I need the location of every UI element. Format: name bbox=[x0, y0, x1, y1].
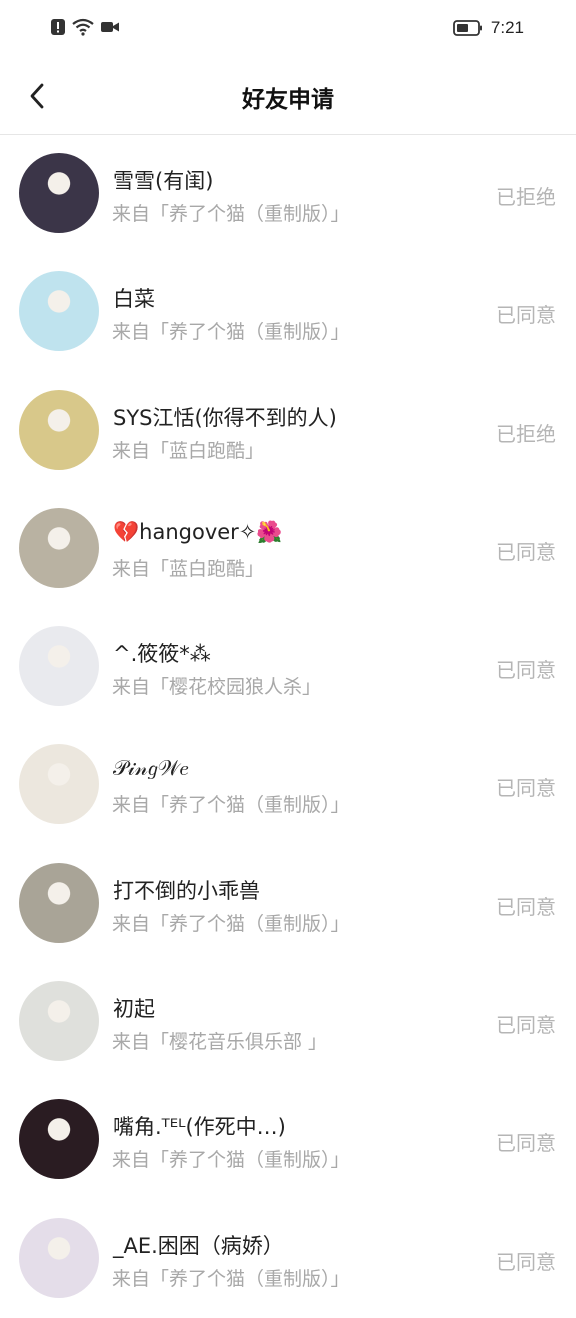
request-status: 已同意 bbox=[496, 539, 556, 564]
wifi-icon bbox=[72, 18, 94, 36]
request-source: 来自「养了个猫（重制版）」 bbox=[112, 1267, 350, 1290]
request-status: 已同意 bbox=[496, 1249, 556, 1274]
avatar[interactable] bbox=[19, 1217, 99, 1298]
request-status: 已同意 bbox=[496, 1131, 556, 1156]
list-item[interactable]: SYS江恬(你得不到的人) 来自「蓝白跑酷」 已拒绝 bbox=[0, 372, 576, 490]
request-name: SYS江恬(你得不到的人) bbox=[113, 405, 337, 430]
list-item[interactable]: 💔hangover✧🌺 来自「蓝白跑酷」 已同意 bbox=[0, 490, 576, 608]
friend-request-list: 雪雪(有闺) 来自「养了个猫（重制版）」 已拒绝 白菜 来自「养了个猫（重制版）… bbox=[0, 135, 576, 1318]
request-status: 已同意 bbox=[496, 894, 556, 919]
list-item[interactable]: 打不倒的小乖兽 来自「养了个猫（重制版）」 已同意 bbox=[0, 845, 576, 963]
request-name: 💔hangover✧🌺 bbox=[113, 519, 283, 544]
avatar[interactable] bbox=[19, 153, 99, 233]
avatar[interactable] bbox=[19, 626, 99, 707]
avatar[interactable] bbox=[19, 862, 99, 943]
list-item[interactable]: 初起 来自「樱花音乐俱乐部 」 已同意 bbox=[0, 963, 576, 1081]
request-source: 来自「养了个猫（重制版）」 bbox=[112, 912, 350, 935]
avatar[interactable] bbox=[19, 389, 99, 470]
status-time: 7:21 bbox=[490, 18, 524, 37]
list-item[interactable]: _AE.困困（病娇） 来自「养了个猫（重制版）」 已同意 bbox=[0, 1200, 576, 1318]
avatar[interactable] bbox=[19, 1099, 99, 1180]
list-item[interactable]: 雪雪(有闺) 来自「养了个猫（重制版）」 已拒绝 bbox=[0, 135, 576, 253]
request-name: 𝒫𝒾𝓃𝑔𝒲𝑒 bbox=[113, 756, 189, 781]
status-icons-left bbox=[50, 18, 120, 36]
request-source: 来自「樱花校园狼人杀」 bbox=[112, 676, 322, 699]
request-status: 已同意 bbox=[496, 776, 556, 801]
list-item[interactable]: 嘴角.ᵀᴱᴸ(作死中…) 来自「养了个猫（重制版）」 已同意 bbox=[0, 1081, 576, 1199]
status-bar: 7:21 bbox=[0, 0, 576, 58]
video-camera-icon bbox=[101, 22, 119, 32]
request-status: 已同意 bbox=[496, 1013, 556, 1038]
status-icons-right: 7:21 bbox=[453, 18, 524, 38]
request-status: 已拒绝 bbox=[496, 185, 556, 209]
request-source: 来自「蓝白跑酷」 bbox=[112, 439, 265, 462]
request-name: _AE.困困（病娇） bbox=[113, 1233, 284, 1258]
battery-icon bbox=[453, 20, 482, 36]
request-name: 白菜 bbox=[113, 287, 155, 312]
avatar[interactable] bbox=[19, 271, 99, 352]
request-status: 已同意 bbox=[496, 658, 556, 683]
request-source: 来自「樱花音乐俱乐部 」 bbox=[112, 1031, 328, 1054]
request-source: 来自「养了个猫（重制版）」 bbox=[112, 1149, 350, 1172]
avatar[interactable] bbox=[19, 744, 99, 825]
list-item[interactable]: 白菜 来自「养了个猫（重制版）」 已同意 bbox=[0, 253, 576, 371]
list-item[interactable]: ^.筱筱*⁂ 来自「樱花校园狼人杀」 已同意 bbox=[0, 608, 576, 726]
request-source: 来自「养了个猫（重制版）」 bbox=[112, 203, 350, 225]
request-source: 来自「养了个猫（重制版）」 bbox=[112, 321, 350, 344]
request-name: 嘴角.ᵀᴱᴸ(作死中…) bbox=[113, 1115, 286, 1140]
request-source: 来自「蓝白跑酷」 bbox=[112, 557, 265, 580]
avatar[interactable] bbox=[19, 981, 99, 1062]
list-item[interactable]: 𝒫𝒾𝓃𝑔𝒲𝑒 来自「养了个猫（重制版）」 已同意 bbox=[0, 726, 576, 844]
avatar[interactable] bbox=[19, 507, 99, 588]
request-source: 来自「养了个猫（重制版）」 bbox=[112, 794, 350, 817]
nav-bar: 好友申请 bbox=[0, 58, 576, 135]
request-name: 雪雪(有闺) bbox=[113, 169, 214, 193]
request-status: 已同意 bbox=[496, 303, 556, 328]
page-title: 好友申请 bbox=[242, 87, 334, 113]
request-name: 打不倒的小乖兽 bbox=[113, 878, 260, 903]
request-name: ^.筱筱*⁂ bbox=[113, 642, 211, 667]
request-status: 已拒绝 bbox=[496, 421, 556, 446]
request-name: 初起 bbox=[113, 997, 155, 1022]
alert-icon bbox=[51, 19, 65, 35]
